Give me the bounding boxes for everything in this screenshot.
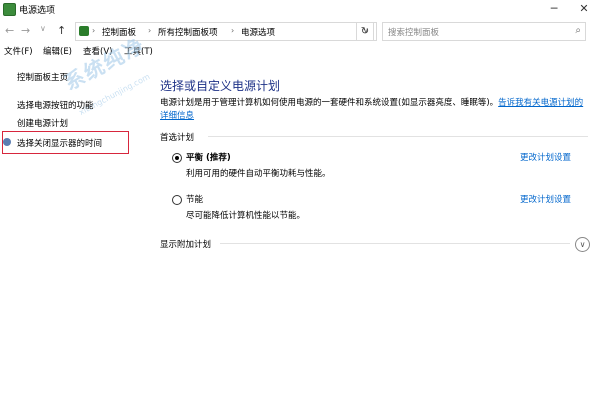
breadcrumb-separator: ›: [231, 26, 235, 35]
window-title: 电源选项: [19, 6, 56, 16]
menu-edit[interactable]: 编辑(E): [43, 45, 72, 57]
sidebar-item-control-panel-home[interactable]: 控制面板主页: [17, 71, 68, 83]
search-icon[interactable]: ⌕: [575, 25, 581, 36]
balanced-radio[interactable]: [172, 153, 182, 163]
change-power-saver-settings-link[interactable]: 更改计划设置: [520, 193, 571, 205]
power-options-app-icon: [3, 3, 16, 16]
refresh-icon[interactable]: ↻: [356, 22, 374, 41]
power-saver-plan-desc: 尽可能降低计算机性能以节能。: [186, 211, 306, 221]
breadcrumb-separator: ›: [92, 26, 96, 35]
breadcrumb-all-items[interactable]: 所有控制面板项: [158, 26, 218, 38]
power-saver-radio[interactable]: [172, 195, 182, 205]
balanced-plan-desc: 利用可用的硬件自动平衡功耗与性能。: [186, 169, 331, 179]
control-panel-icon: [79, 26, 89, 36]
plan-description: 电源计划是用于管理计算机如何使用电源的一套硬件和系统设置(如显示器亮度、睡眠等)…: [160, 97, 590, 123]
forward-arrow-icon[interactable]: →: [21, 24, 30, 37]
breadcrumb-separator: ›: [148, 26, 152, 35]
search-placeholder: 搜索控制面板: [388, 28, 440, 38]
divider: [208, 136, 588, 137]
back-arrow-icon[interactable]: ←: [5, 24, 14, 37]
power-saver-plan-name: 节能: [186, 195, 204, 205]
chevron-down-icon[interactable]: ∨: [575, 237, 590, 252]
change-balanced-settings-link[interactable]: 更改计划设置: [520, 151, 571, 163]
breadcrumb-power-options[interactable]: 电源选项: [241, 26, 275, 38]
divider: [220, 243, 570, 244]
additional-plans-label[interactable]: 显示附加计划: [160, 238, 211, 250]
close-button[interactable]: ✕: [570, 0, 598, 19]
sidebar-item-create-plan[interactable]: 创建电源计划: [17, 117, 68, 129]
menu-file[interactable]: 文件(F): [4, 45, 33, 57]
page-title: 选择或自定义电源计划: [160, 79, 281, 93]
description-text: 电源计划是用于管理计算机如何使用电源的一套硬件和系统设置(如显示器亮度、睡眠等)…: [160, 98, 499, 108]
sidebar-item-power-button[interactable]: 选择电源按钮的功能: [17, 99, 94, 111]
preferred-plans-label: 首选计划: [160, 133, 195, 143]
title-bar: 电源选项 ─ ✕: [0, 0, 600, 19]
highlight-box: [2, 131, 129, 154]
search-input[interactable]: 搜索控制面板 ⌕: [382, 22, 586, 41]
history-dropdown-icon[interactable]: ∨: [40, 24, 46, 33]
minimize-button[interactable]: ─: [540, 0, 568, 19]
balanced-plan-name: 平衡 (推荐): [186, 153, 231, 163]
up-arrow-icon[interactable]: ↑: [57, 24, 66, 37]
